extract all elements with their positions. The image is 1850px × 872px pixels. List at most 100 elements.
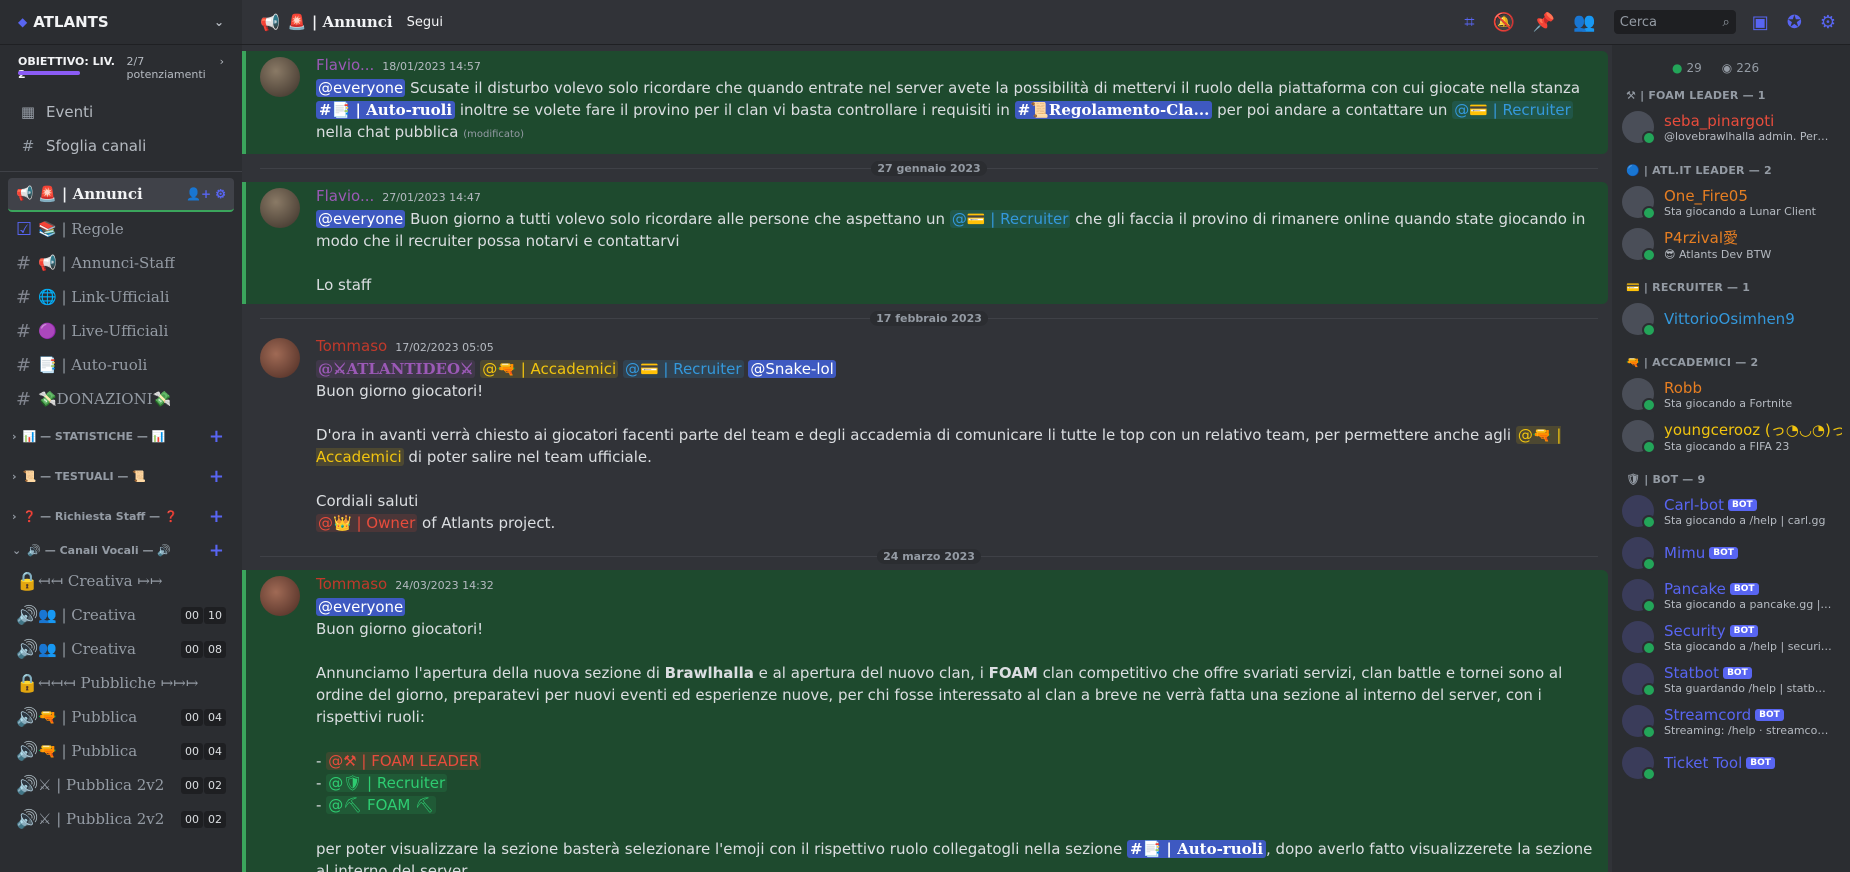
search-input[interactable]: Cerca ⌕: [1613, 10, 1736, 34]
browse-channels-icon: #: [21, 137, 35, 155]
member-item[interactable]: P4rzival愛 😎 Atlants Dev BTW: [1622, 223, 1842, 265]
member-item[interactable]: youngcerooz (っ◔◡◔)っ Sta giocando a FIFA 2…: [1622, 415, 1842, 457]
category-statistiche[interactable]: › 📊 — STATISTICHE — 📊 +: [8, 416, 234, 456]
everyone-mention[interactable]: @everyone: [316, 210, 406, 228]
voice-channel[interactable]: 🔊 ⚔ | Pubblica 2v2 00 02: [8, 768, 234, 802]
role-mention[interactable]: @🛡 | Recruiter: [326, 774, 448, 792]
channel-annunci[interactable]: 📢 🚨 | Annunci 👤+ ⚙: [8, 178, 234, 212]
follow-button[interactable]: Segui: [407, 15, 443, 30]
voice-channel[interactable]: 🔊 ⚔ | Pubblica 2v2 00 02: [8, 802, 234, 836]
member-name: seba_pinargoti: [1664, 111, 1775, 130]
inbox-icon[interactable]: ▣: [1752, 12, 1769, 33]
date-divider: 17 febbraio 2023: [260, 306, 1599, 330]
member-name: Security BOT: [1664, 622, 1832, 640]
role-mention[interactable]: @⚒ | FOAM LEADER: [326, 752, 481, 770]
member-item[interactable]: Ticket Tool BOT: [1622, 742, 1842, 784]
channel-regole[interactable]: ☑ 📚 | Regole: [8, 212, 234, 246]
role-mention[interactable]: @🔫 | Accademici: [480, 360, 619, 378]
member-item[interactable]: Statbot BOT Sta guardando /help | statbot.…: [1622, 658, 1842, 700]
help-icon[interactable]: ✪: [1787, 12, 1802, 33]
role-mention[interactable]: @👑 | Owner: [316, 514, 418, 532]
browse-channels-link[interactable]: # Sfoglia canali: [8, 129, 234, 163]
category-canali-vocali[interactable]: ⌄ 🔊 — Canali Vocali — 🔊 +: [8, 536, 234, 564]
add-channel-icon[interactable]: +: [209, 540, 230, 561]
settings-gear-icon[interactable]: 👤+ ⚙: [186, 187, 226, 201]
everyone-mention[interactable]: @everyone: [316, 598, 406, 616]
voice-channel[interactable]: 🔊 🔫 | Pubblica 00 04: [8, 700, 234, 734]
channel-label: 🟣 | Live-Ufficiali: [38, 322, 169, 340]
announcement-icon: 📢: [260, 12, 280, 32]
pin-icon[interactable]: 📌: [1533, 12, 1555, 33]
member-item[interactable]: One_Fire05 Sta giocando a Lunar Client: [1622, 181, 1842, 223]
voice-channel[interactable]: 🔊 🔫 | Pubblica 00 04: [8, 734, 234, 768]
user-mention[interactable]: @Snake-lol: [748, 360, 836, 378]
channel-mention[interactable]: #📑 | Auto-ruoli: [1126, 840, 1267, 858]
message[interactable]: Flavio... 18/01/2023 14:57 @everyone Scu…: [242, 51, 1608, 154]
category-richiesta-staff[interactable]: › ❓ — Richiesta Staff — ❓ +: [8, 496, 234, 536]
role-mention[interactable]: @⚔ATLANTIDEO⚔: [316, 360, 476, 378]
role-mention[interactable]: @💳 | Recruiter: [949, 210, 1071, 228]
voice-channel-label: ↤↤ Creativa ↦↦: [38, 572, 163, 590]
voice-channel[interactable]: 🔊 👥 | Creativa 00 08: [8, 632, 234, 666]
notification-mute-icon[interactable]: 🔕: [1492, 12, 1514, 33]
avatar: [1622, 420, 1656, 454]
member-item[interactable]: Robb Sta giocando a Fortnite: [1622, 373, 1842, 415]
edited-label: (modificato): [463, 129, 525, 140]
message[interactable]: Tommaso 24/03/2023 14:32 @everyone Buon …: [242, 570, 1608, 872]
message-author[interactable]: Flavio...: [316, 55, 374, 75]
member-status: Streaming: /help · streamcord...: [1664, 723, 1832, 737]
member-item[interactable]: Mimu BOT: [1622, 532, 1842, 574]
role-mention[interactable]: @💳 | Recruiter: [622, 360, 744, 378]
channel-topbar: 📢 🚨 | Annunci Segui ⌗ 🔕 📌 👥 Cerca ⌕ ▣ ✪ …: [242, 0, 1850, 45]
search-placeholder: Cerca: [1619, 14, 1657, 30]
chevron-down-icon[interactable]: ⌄: [214, 15, 224, 29]
message[interactable]: Flavio... 27/01/2023 14:47 @everyone Buo…: [242, 182, 1608, 304]
member-item[interactable]: seba_pinargoti @lovebrawlhalla admin. Per…: [1622, 106, 1842, 148]
add-channel-icon[interactable]: +: [209, 466, 230, 487]
main-panel: 📢 🚨 | Annunci Segui ⌗ 🔕 📌 👥 Cerca ⌕ ▣ ✪ …: [242, 0, 1850, 872]
events-link[interactable]: ▦ Eventi: [8, 95, 234, 129]
voice-channel[interactable]: 🔊 👥 | Creativa 00 10: [8, 598, 234, 632]
member-item[interactable]: VittorioOsimhen9: [1622, 298, 1842, 340]
category-label: 📜 — TESTUALI — 📜: [22, 469, 146, 483]
channel-donazioni[interactable]: # 💸DONAZIONI💸: [8, 382, 234, 416]
everyone-mention[interactable]: @everyone: [316, 79, 406, 97]
avatar[interactable]: [260, 188, 300, 228]
role-mention[interactable]: @💳 | Recruiter: [1452, 101, 1573, 119]
voice-channel[interactable]: 🔒 ↤↤↤ Pubbliche ↦↦↦: [8, 666, 234, 700]
add-channel-icon[interactable]: +: [209, 426, 230, 447]
server-header[interactable]: ◆ ATLANTS ⌄: [0, 0, 242, 45]
avatar[interactable]: [260, 576, 300, 616]
member-item[interactable]: Carl-bot BOT Sta giocando a /help | carl.g…: [1622, 490, 1842, 532]
channel-mention[interactable]: #📑 | Auto-ruoli: [316, 101, 456, 119]
bot-badge: BOT: [1723, 666, 1752, 679]
channel-mention[interactable]: #📜Regolamento-Cla...: [1014, 101, 1213, 119]
member-status: Sta giocando a FIFA 23: [1664, 440, 1790, 453]
avatar: [1622, 303, 1656, 337]
channel-auto-ruoli[interactable]: # 📑 | Auto-ruoli: [8, 348, 234, 382]
message-author[interactable]: Tommaso: [316, 574, 387, 594]
member-group-header: 🔫 | ACCADEMICI — 2: [1626, 356, 1759, 369]
settings-icon[interactable]: ⚙: [1820, 12, 1836, 33]
add-channel-icon[interactable]: +: [209, 506, 230, 527]
message-author[interactable]: Flavio...: [316, 186, 374, 206]
category-testuali[interactable]: › 📜 — TESTUALI — 📜 +: [8, 456, 234, 496]
role-mention[interactable]: @⛏ FOAM ⛏: [326, 796, 437, 814]
avatar[interactable]: [260, 57, 300, 97]
channel-link-ufficiali[interactable]: # 🌐 | Link-Ufficiali: [8, 280, 234, 314]
channel-live-ufficiali[interactable]: # 🟣 | Live-Ufficiali: [8, 314, 234, 348]
threads-icon[interactable]: ⌗: [1464, 12, 1474, 33]
member-item[interactable]: Pancake BOT Sta giocando a pancake.gg | p.…: [1622, 574, 1842, 616]
channel-annunci-staff[interactable]: # 📢 | Annunci-Staff: [8, 246, 234, 280]
message-author[interactable]: Tommaso: [316, 336, 387, 356]
member-item[interactable]: Streamcord BOT Streaming: /help · streamco…: [1622, 700, 1842, 742]
voice-channel-label: 🔫 | Pubblica: [38, 708, 138, 726]
voice-channel-label: 🔫 | Pubblica: [38, 742, 138, 760]
avatar[interactable]: [260, 338, 300, 378]
browse-channels-label: Sfoglia canali: [46, 137, 147, 155]
channel-label: 📑 | Auto-ruoli: [38, 356, 148, 374]
member-list-icon[interactable]: 👥: [1573, 12, 1595, 33]
member-item[interactable]: Security BOT Sta giocando a /help | securi…: [1622, 616, 1842, 658]
message[interactable]: Tommaso 17/02/2023 05:05 @⚔ATLANTIDEO⚔ @…: [242, 332, 1608, 542]
voice-channel[interactable]: 🔒 ↤↤ Creativa ↦↦: [8, 564, 234, 598]
